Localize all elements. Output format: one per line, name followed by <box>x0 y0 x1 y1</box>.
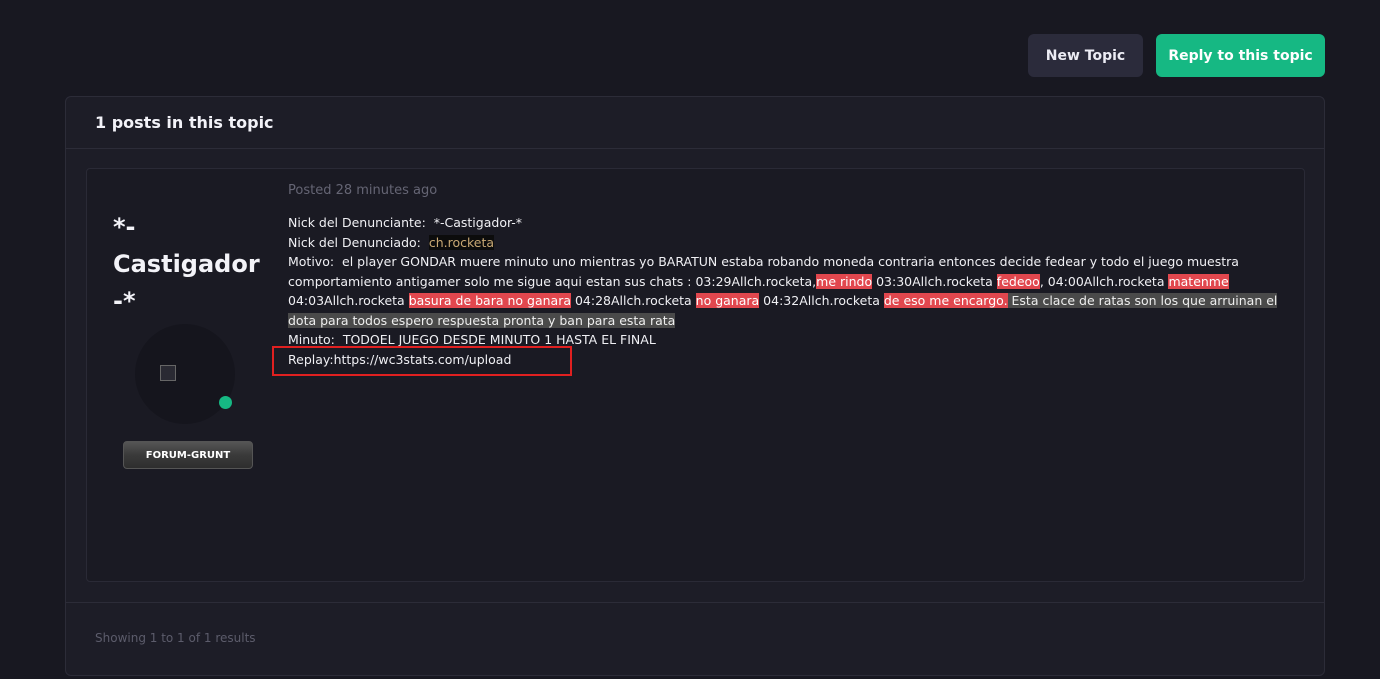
replay-link[interactable]: Replay:https://wc3stats.com/upload <box>272 345 572 376</box>
topic-panel: 1 posts in this topic *-Castigador-* FOR… <box>65 96 1325 676</box>
new-topic-button[interactable]: New Topic <box>1028 34 1143 77</box>
motivo-label: Motivo: <box>288 254 335 269</box>
chat-highlight: fedeoo <box>996 273 1040 289</box>
reply-topic-button[interactable]: Reply to this topic <box>1156 34 1325 77</box>
denunciado-value: ch.rocketa <box>428 234 495 250</box>
chat-text: 04:28Allch.rocketa <box>571 293 696 308</box>
panel-footer: Showing 1 to 1 of 1 results <box>66 602 1324 675</box>
post-content: Posted 28 minutes ago Nick del Denuncian… <box>272 183 1304 376</box>
chat-text: 04:03Allch.rocketa <box>288 293 409 308</box>
panel-header: 1 posts in this topic <box>66 97 1324 149</box>
avatar[interactable] <box>135 324 235 424</box>
rank-badge: FORUM-GRUNT <box>123 441 253 469</box>
replay-line: Replay:https://wc3stats.com/upload <box>272 345 1304 376</box>
denunciante-line: Nick del Denunciante: *-Castigador-* <box>288 213 1304 233</box>
post-timestamp[interactable]: Posted 28 minutes ago <box>288 183 1304 198</box>
chat-highlight: me rindo <box>816 273 873 289</box>
denunciante-value: *-Castigador-* <box>433 215 523 230</box>
chat-highlight: basura de bara no ganara <box>408 293 571 308</box>
chat-text: , 04:00Allch.rocketa <box>1039 273 1169 289</box>
posts-count-title: 1 posts in this topic <box>95 113 274 132</box>
chat-highlight: matenme <box>1168 273 1229 289</box>
denunciado-label: Nick del Denunciado: <box>288 234 421 250</box>
broken-image-icon <box>160 365 176 381</box>
motivo-paragraph: Motivo: el player GONDAR muere minuto un… <box>288 252 1304 330</box>
author-column: *-Castigador-* FORUM-GRUNT <box>113 209 283 469</box>
author-name[interactable]: *-Castigador-* <box>113 209 263 320</box>
denunciado-line: Nick del Denunciado: ch.rocketa <box>288 233 1304 253</box>
chat-highlight: de eso me encargo. <box>883 293 1008 308</box>
denunciante-label: Nick del Denunciante: <box>288 215 426 230</box>
post-body: Nick del Denunciante: *-Castigador-* Nic… <box>272 213 1304 376</box>
chat-text: 03:30Allch.rocketa <box>872 273 997 289</box>
online-status-icon <box>219 396 232 409</box>
chat-highlight: no ganara <box>695 293 760 308</box>
annotation-box <box>272 345 572 376</box>
chat-text: 04:32Allch.rocketa <box>759 293 884 308</box>
post-card: *-Castigador-* FORUM-GRUNT Posted 28 min… <box>86 168 1305 582</box>
results-count: Showing 1 to 1 of 1 results <box>95 631 256 645</box>
